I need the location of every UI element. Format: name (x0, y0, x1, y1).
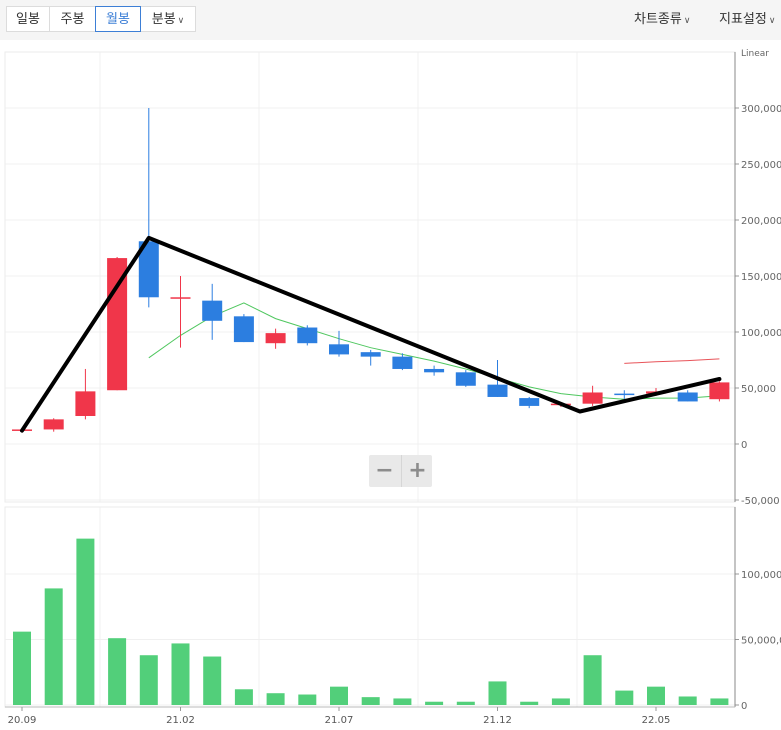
candle-body (455, 372, 476, 386)
volume-bar (203, 656, 222, 705)
chevron-down-icon: ∨ (768, 16, 776, 26)
candle-body (360, 352, 381, 357)
volume-bar (456, 701, 475, 705)
chart-type-label: 차트종류 (634, 12, 682, 27)
candle-body (519, 398, 540, 406)
chart-type-menu[interactable]: 차트종류 ∨ (634, 0, 690, 40)
volume-bar (361, 697, 380, 705)
zoom-in-button[interactable]: + (401, 455, 433, 487)
y-tick-label: 100,000 (741, 328, 781, 339)
candle-body (677, 392, 698, 402)
candle-body (487, 384, 508, 397)
x-tick-label: 21.02 (166, 715, 195, 726)
volume-bar (108, 638, 127, 705)
y-tick-label: 200,000 (741, 216, 781, 227)
volume-bar (393, 698, 412, 705)
volume-bar (488, 681, 507, 705)
stock-chart: 300,000 250,000 200,000 150,000 100,000 50,00… (4, 49, 781, 726)
x-tick-label: 21.12 (483, 715, 512, 726)
volume-bar (234, 689, 253, 705)
volume-bar (710, 698, 729, 705)
tab-weekly[interactable]: 주봉 (49, 6, 96, 32)
x-tick-label: 22.05 (642, 715, 671, 726)
candle-body (43, 419, 64, 430)
chevron-down-icon: ∨ (177, 16, 185, 26)
candle-body (265, 333, 286, 344)
candle-body (297, 327, 318, 344)
volume-tick-label: 0 (741, 701, 747, 712)
volume-bar (266, 693, 285, 705)
volume-bar (44, 588, 63, 705)
x-tick-label: 20.09 (8, 715, 37, 726)
candle-body (75, 391, 96, 416)
volume-bar (330, 686, 348, 705)
candle-body (709, 382, 730, 400)
tab-monthly[interactable]: 월봉 (95, 6, 141, 32)
volume-bar (76, 538, 95, 705)
y-tick-label: -50,000 (741, 496, 780, 507)
chart-toolbar: 일봉 주봉 월봉 분봉 ∨ 차트종류 ∨ 지표설정 ∨ (0, 0, 781, 40)
volume-bar (615, 690, 634, 705)
candle-body (392, 356, 413, 369)
x-tick-label: 21.07 (325, 715, 354, 726)
volume-bar (647, 686, 665, 705)
chevron-down-icon: ∨ (683, 16, 691, 26)
candle-body (329, 344, 349, 355)
y-tick-label: 300,000 (741, 104, 781, 115)
volume-bar (425, 701, 444, 705)
candle-body (233, 316, 254, 343)
tab-minute[interactable]: 분봉 ∨ (140, 6, 196, 32)
volume-bar (520, 701, 539, 705)
volume-bar (139, 655, 158, 705)
candle-body (582, 392, 603, 404)
indicator-settings-menu[interactable]: 지표설정 ∨ (719, 0, 775, 40)
tab-minute-label: 분봉 (151, 12, 176, 27)
candle-body (202, 300, 223, 321)
volume-bar (678, 696, 697, 705)
tab-daily[interactable]: 일봉 (6, 6, 50, 32)
volume-tick-label: 50,000,00 (741, 636, 781, 647)
volume-bar (13, 631, 31, 705)
y-tick-label: 250,000 (741, 160, 781, 171)
volume-bar (171, 643, 190, 705)
candle-body (170, 297, 191, 299)
y-tick-label: 50,000 (741, 384, 776, 395)
y-tick-label: 0 (741, 440, 747, 451)
moving-average-line-long (624, 358, 720, 364)
indicator-settings-label: 지표설정 (719, 12, 767, 27)
volume-bar (551, 698, 570, 705)
volume-tick-label: 100,000,00 (741, 570, 781, 581)
y-tick-label: 150,000 (741, 272, 781, 283)
zoom-control: − + (369, 455, 432, 487)
volume-bar (298, 694, 317, 705)
candle-body (424, 368, 445, 373)
candle-body (614, 393, 635, 396)
volume-bar (583, 655, 602, 705)
zoom-out-button[interactable]: − (369, 455, 400, 487)
scale-label: Linear (741, 49, 769, 59)
